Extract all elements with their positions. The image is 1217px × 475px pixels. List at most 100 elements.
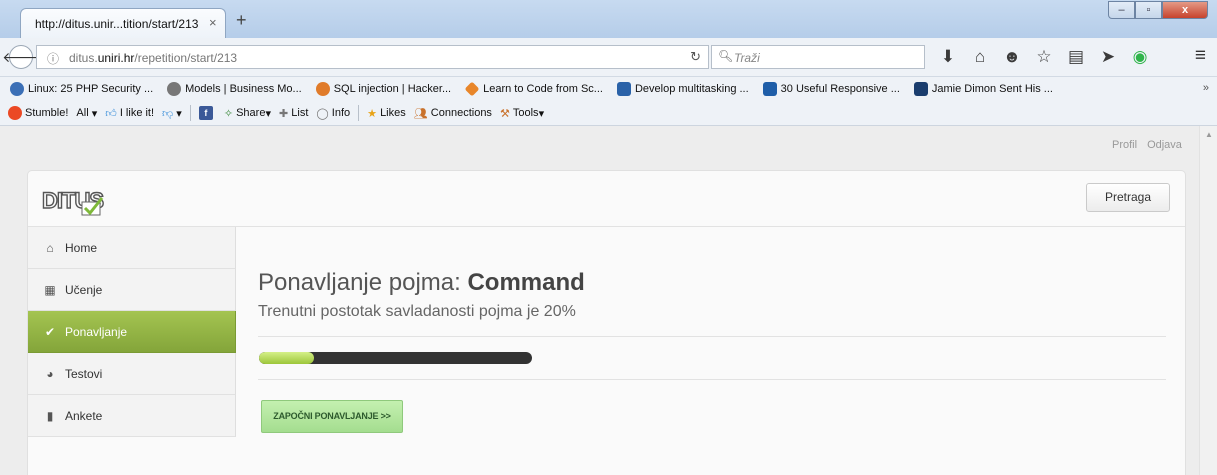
dropdown-icon: ▾ xyxy=(176,107,182,120)
reading-list-icon[interactable]: ▤ xyxy=(1060,46,1092,68)
calendar-icon: ▦ xyxy=(44,282,56,297)
new-tab-button[interactable]: + xyxy=(236,11,247,29)
search-placeholder: Traži xyxy=(734,51,760,65)
sidebar-item-testovi[interactable]: ◕ Testovi xyxy=(28,353,236,395)
sidebar-item-label: Ponavljanje xyxy=(65,324,128,339)
dropdown-icon: ▾ xyxy=(538,107,545,120)
bookmark-favicon-icon xyxy=(315,82,330,96)
maximize-button[interactable]: ▫ xyxy=(1135,1,1162,19)
pocket-icon[interactable]: ☻ xyxy=(996,46,1028,68)
stumble-logo-icon xyxy=(8,106,22,120)
bookmark-label: Learn to Code from Sc... xyxy=(483,83,603,95)
web-page: Profil Odjava ▲ DITUS Pretraga ⌂ Home ▦ U… xyxy=(0,126,1217,475)
bookmark-item[interactable]: Linux: 25 PHP Security ... xyxy=(10,82,153,96)
dislike-button[interactable]: 👎︎ ▾ xyxy=(162,107,182,120)
facebook-button[interactable]: f xyxy=(198,106,216,120)
browser-tab[interactable]: http://ditus.unir...tition/start/213 × xyxy=(20,8,226,38)
bookmark-item[interactable]: Learn to Code from Sc... xyxy=(464,81,603,97)
sidebar-item-label: Učenje xyxy=(65,282,103,297)
likes-button[interactable]: ★ Likes xyxy=(367,107,406,120)
bookmark-label: SQL injection | Hacker... xyxy=(333,83,452,95)
send-icon[interactable]: ➤ xyxy=(1092,46,1124,68)
extension-icon[interactable]: ◉ xyxy=(1124,46,1156,68)
url-domain: uniri.hr xyxy=(97,51,135,65)
all-dropdown[interactable]: All ▾ xyxy=(76,107,97,120)
menu-icon[interactable]: ≡ xyxy=(1195,46,1206,65)
sidebar-item-label: Ankete xyxy=(65,408,103,423)
bookmark-item[interactable]: Develop multitasking ... xyxy=(616,82,749,96)
check-icon: ✔ xyxy=(44,324,56,339)
tab-title: http://ditus.unir...tition/start/213 xyxy=(35,17,199,31)
ditus-logo[interactable]: DITUS xyxy=(41,187,105,219)
bookmark-item[interactable]: Jamie Dimon Sent His ... xyxy=(913,82,1053,96)
main-card: DITUS Pretraga ⌂ Home ▦ Učenje ✔ Ponavlj… xyxy=(27,170,1186,475)
pie-chart-icon: ◕ xyxy=(46,366,54,381)
url-bar[interactable]: ⓘ ditus.uniri.hr/repetition/start/213 ↻ xyxy=(36,45,709,69)
info-button[interactable]: ◯ Info xyxy=(316,107,350,120)
minimize-button[interactable]: – xyxy=(1108,1,1135,19)
title-prefix: Ponavljanje pojma: xyxy=(258,269,468,296)
tools-button[interactable]: ⚒ Tools ▾ xyxy=(500,107,544,120)
mastery-progress-bar xyxy=(259,352,532,364)
bookmarks-overflow-icon[interactable]: » xyxy=(1203,82,1209,94)
toolbar-separator xyxy=(189,105,191,121)
toolbar-separator xyxy=(358,105,360,121)
tools-label: Tools xyxy=(512,107,539,119)
like-label: I like it! xyxy=(119,107,155,119)
share-button[interactable]: ✧ Share ▾ xyxy=(224,107,271,120)
home-icon[interactable]: ⌂ xyxy=(964,46,996,68)
bookmark-favicon-icon xyxy=(913,82,928,96)
profile-link[interactable]: Profil xyxy=(1112,139,1137,151)
bookmark-item[interactable]: SQL injection | Hacker... xyxy=(315,82,452,96)
thumbs-down-icon: 👎︎ xyxy=(162,107,174,120)
downloads-icon[interactable]: ⬇ xyxy=(932,46,964,68)
bookmark-star-icon[interactable]: ☆ xyxy=(1028,46,1060,68)
speech-bubble-icon: ◯ xyxy=(316,107,329,120)
plus-icon: ✚ xyxy=(278,107,289,120)
divider xyxy=(258,379,1166,380)
tools-icon: ⚒ xyxy=(499,107,510,120)
like-button[interactable]: 👍︎ I like it! xyxy=(105,107,154,120)
all-label: All xyxy=(76,107,89,119)
scroll-up-icon[interactable]: ▲ xyxy=(1205,130,1213,139)
search-bar[interactable]: 🔍︎ Traži xyxy=(711,45,925,69)
connections-label: Connections xyxy=(430,107,492,119)
window-titlebar: http://ditus.unir...tition/start/213 × +… xyxy=(0,0,1217,38)
share-label: Share xyxy=(236,107,266,119)
bookmark-favicon-icon xyxy=(616,82,631,96)
list-button[interactable]: ✚ List xyxy=(279,107,308,120)
dropdown-icon: ▾ xyxy=(91,107,98,120)
search-button[interactable]: Pretraga xyxy=(1086,183,1170,212)
sidebar-item-label: Home xyxy=(65,240,98,255)
sidebar-item-ponavljanje[interactable]: ✔ Ponavljanje xyxy=(28,311,236,353)
user-links: Profil Odjava xyxy=(1112,139,1192,151)
reload-icon[interactable]: ↻ xyxy=(690,49,701,65)
bookmark-favicon-icon xyxy=(464,81,480,97)
stumble-button[interactable]: Stumble! xyxy=(8,106,68,120)
people-icon: 👥︎ xyxy=(413,107,428,120)
connections-button[interactable]: 👥︎ Connections xyxy=(414,107,492,120)
vertical-scrollbar[interactable]: ▲ xyxy=(1199,126,1217,475)
tab-close-icon[interactable]: × xyxy=(209,15,217,30)
bookmark-label: 30 Useful Responsive ... xyxy=(780,83,900,95)
sidebar-item-home[interactable]: ⌂ Home xyxy=(28,227,236,269)
stumble-toolbar: Stumble! All ▾ 👍︎ I like it! 👎︎ ▾ f ✧ Sh… xyxy=(0,101,1217,126)
logout-link[interactable]: Odjava xyxy=(1147,139,1182,151)
bookmark-label: Linux: 25 PHP Security ... xyxy=(28,83,154,95)
bookmark-item[interactable]: 30 Useful Responsive ... xyxy=(762,82,900,96)
progress-fill xyxy=(259,352,314,364)
sidebar-item-ankete[interactable]: ▮ Ankete xyxy=(28,395,236,437)
url-prefix: ditus. xyxy=(69,51,98,65)
dropdown-icon: ▾ xyxy=(265,107,271,120)
back-button[interactable]: 🡐 xyxy=(2,45,40,69)
likes-label: Likes xyxy=(380,107,406,119)
site-info-icon[interactable]: ⓘ xyxy=(47,50,59,67)
bookmark-item[interactable]: Models | Business Mo... xyxy=(167,82,302,96)
info-label: Info xyxy=(331,107,351,119)
close-window-button[interactable]: x xyxy=(1162,1,1208,19)
list-label: List xyxy=(291,107,309,119)
sidebar-item-ucenje[interactable]: ▦ Učenje xyxy=(28,269,236,311)
home-icon: ⌂ xyxy=(46,240,54,255)
toolbar-icons: ⬇ ⌂ ☻ ☆ ▤ ➤ ◉ xyxy=(932,46,1156,68)
start-repetition-button[interactable]: ZAPOČNI PONAVLJANJE >> xyxy=(261,400,403,433)
